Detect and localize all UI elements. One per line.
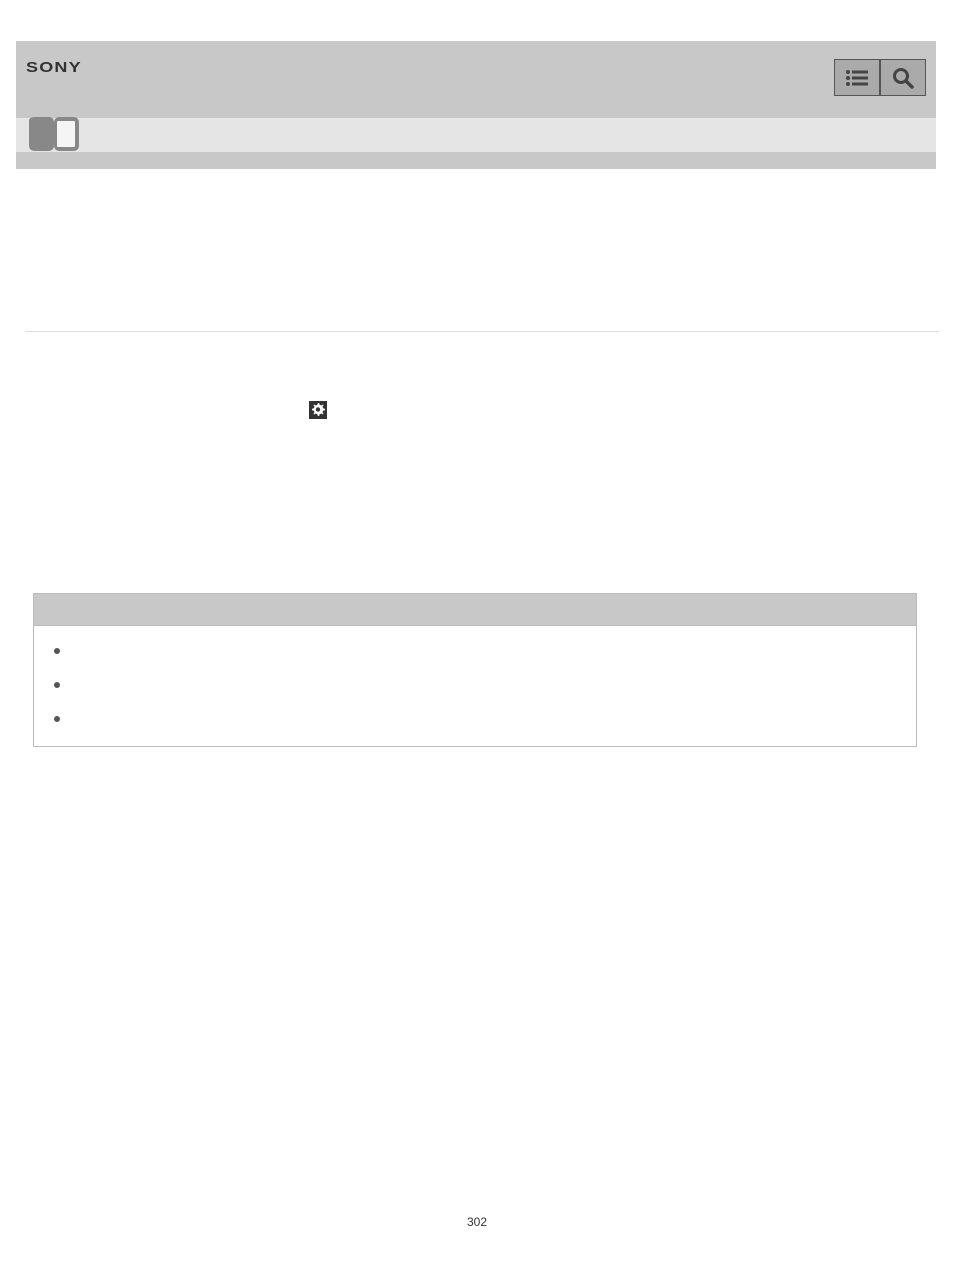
- page-header-container: SONY: [16, 41, 936, 169]
- list-menu-button[interactable]: [834, 59, 880, 96]
- notice-header: [34, 594, 916, 626]
- gear-icon: [311, 403, 325, 417]
- list-item: [50, 644, 900, 654]
- list-item: [50, 712, 900, 722]
- list-icon: [845, 69, 869, 87]
- list-item: [50, 678, 900, 688]
- thin-bar: [16, 152, 936, 169]
- notice-body: [34, 626, 916, 746]
- notice-box: [33, 593, 917, 747]
- document-folder-icon: [27, 117, 81, 151]
- settings-badge: [309, 401, 327, 419]
- bullet-icon: [54, 682, 60, 688]
- bullet-icon: [54, 648, 60, 654]
- divider-line: [25, 331, 939, 332]
- header-bar: SONY: [16, 41, 936, 118]
- search-icon: [892, 67, 914, 89]
- header-icons: [834, 59, 926, 96]
- search-button[interactable]: [880, 59, 926, 96]
- content-area: [25, 331, 939, 592]
- bullet-icon: [54, 716, 60, 722]
- page-number: 302: [467, 1215, 487, 1229]
- sony-logo: SONY: [26, 59, 82, 76]
- secondary-bar: [16, 118, 936, 152]
